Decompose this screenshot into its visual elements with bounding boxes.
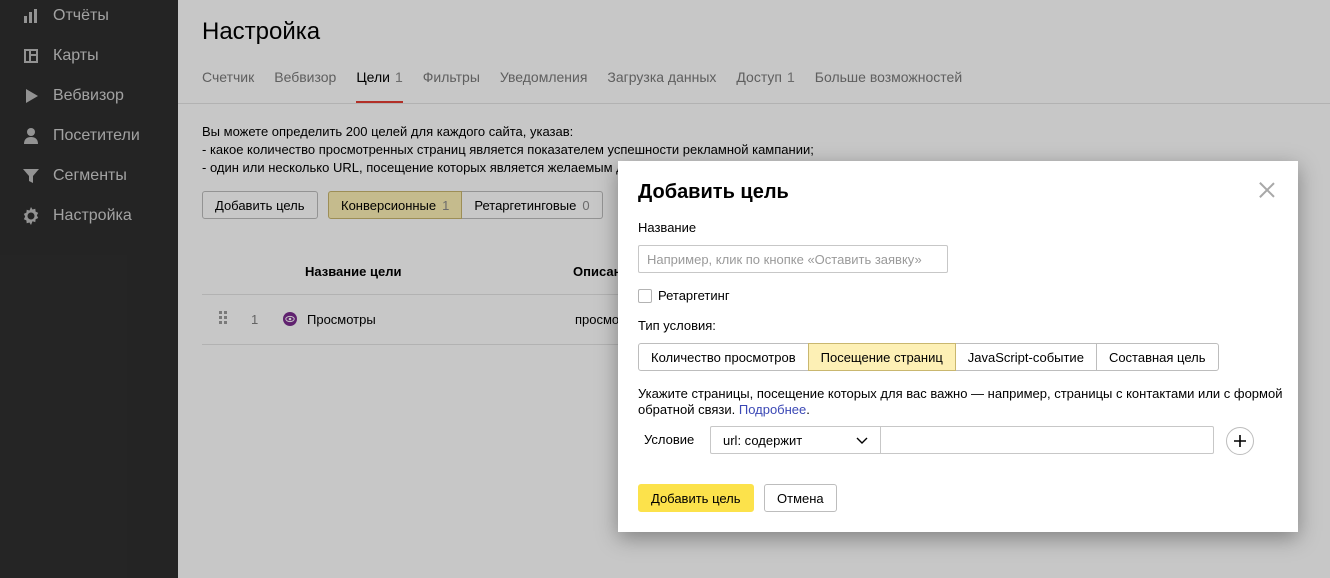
goal-name-label: Название <box>638 220 697 235</box>
retargeting-checkbox[interactable]: Ретаргетинг <box>638 288 730 303</box>
condition-type-label: Тип условия: <box>638 318 716 333</box>
add-goal-dialog: Добавить цель Название Ретаргетинг Тип у… <box>618 161 1298 532</box>
retargeting-label: Ретаргетинг <box>658 288 730 303</box>
url-value-input[interactable] <box>880 426 1214 454</box>
chevron-down-icon <box>856 433 868 448</box>
add-condition-button[interactable] <box>1226 427 1254 455</box>
select-value: url: содержит <box>723 432 803 448</box>
condition-js-event-button[interactable]: JavaScript-событие <box>954 343 1097 371</box>
more-info-link[interactable]: Подробнее <box>739 402 806 417</box>
goal-name-input[interactable] <box>638 245 948 273</box>
submit-add-goal-button[interactable]: Добавить цель <box>638 484 754 512</box>
condition-composite-button[interactable]: Составная цель <box>1095 343 1219 371</box>
condition-type-selector: Количество просмотров Посещение страниц … <box>638 343 1219 371</box>
condition-hint: Укажите страницы, посещение которых для … <box>638 386 1283 417</box>
condition-pageviews-button[interactable]: Количество просмотров <box>638 343 809 371</box>
cancel-button[interactable]: Отмена <box>764 484 837 512</box>
plus-icon <box>1234 435 1246 447</box>
checkbox-box[interactable] <box>638 288 652 303</box>
close-icon[interactable] <box>1258 181 1276 199</box>
condition-page-visit-button[interactable]: Посещение страниц <box>807 343 956 371</box>
condition-label: Условие <box>644 432 695 447</box>
dialog-title: Добавить цель <box>638 181 789 203</box>
url-match-select[interactable]: url: содержит <box>710 426 881 454</box>
